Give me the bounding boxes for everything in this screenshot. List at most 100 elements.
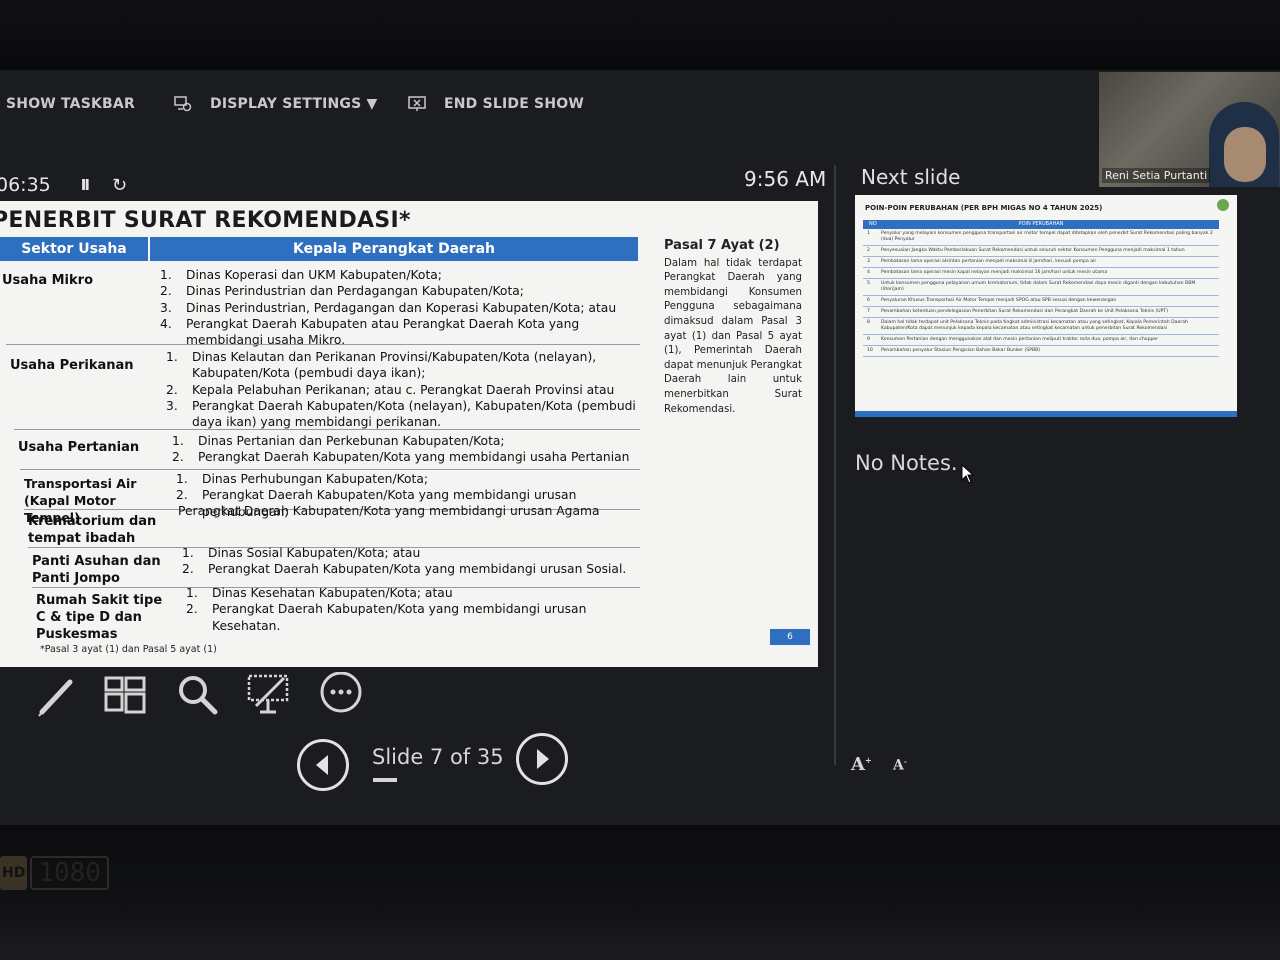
item-number: 1. <box>176 472 188 486</box>
pane-divider[interactable] <box>834 165 836 765</box>
agency-list: 1. Dinas Kesehatan Kabupaten/Kota; atau 2… <box>186 585 638 634</box>
slide-title: PENERBIT SURAT REKOMENDASI* <box>0 208 411 233</box>
item-number: 2. <box>172 450 184 465</box>
zoom-icon[interactable] <box>175 672 221 718</box>
row-number: 9 <box>867 337 870 342</box>
hd-badge: HD <box>0 856 28 890</box>
monitor-hd-badge: HD 1080 <box>0 855 109 891</box>
item-text: Perangkat Daerah Kabupaten/Kota yang mem… <box>178 504 600 518</box>
row-text: Dalam hal tidak terdapat unit Pelaksana … <box>881 320 1188 331</box>
increase-notes-font-button[interactable]: A+ <box>851 754 872 775</box>
row-number: 5 <box>867 281 870 286</box>
item-number: 2. <box>182 562 194 577</box>
decrease-notes-font-button[interactable]: A- <box>893 757 907 774</box>
monitor-bezel-top <box>0 0 1280 70</box>
table-row: 5 Untuk konsumen pengguna pelayanan umum … <box>863 279 1219 296</box>
slide-progress-bar <box>373 778 397 782</box>
row-number: 2 <box>867 248 870 253</box>
timer: 06:35 II ↻ <box>0 174 127 196</box>
black-screen-icon[interactable] <box>246 672 292 718</box>
header-poin: POIN PERUBAHAN <box>1018 221 1064 227</box>
slide-counter: Slide 7 of 35 <box>372 745 504 769</box>
table-row: 3 Pembatasan lama operasi alsintan pertan… <box>863 257 1219 268</box>
more-options-icon[interactable] <box>318 672 364 718</box>
see-all-slides-icon[interactable] <box>102 672 148 718</box>
item-number: 2. <box>186 602 198 617</box>
row-text: Penyalur yang melayani konsumen pengguna… <box>881 231 1213 242</box>
row-text: Pembatasan lama operasi alsintan pertani… <box>881 259 1097 264</box>
sector-cell: Usaha Perikanan <box>10 358 134 373</box>
table-row: 4 Pembatasan lama operasi mesin kapal nel… <box>863 268 1219 279</box>
list-item: Perangkat Daerah Kabupaten/Kota yang mem… <box>178 503 638 519</box>
table-row: 10 Penambahan penyalur Stasiun Pengisian … <box>863 346 1219 357</box>
sector-cell: Usaha Pertanian <box>18 440 140 455</box>
presenter-toolbar: SHOW TASKBAR DISPLAY SETTINGS ▼ END SLID… <box>0 84 1100 128</box>
row-number: 1 <box>867 231 870 236</box>
list-item: 1. Dinas Sosial Kabupaten/Kota; atau <box>182 545 638 561</box>
item-number: 2. <box>160 284 172 299</box>
sector-cell: Usaha Mikro <box>2 273 93 288</box>
previous-slide-button[interactable] <box>297 739 349 791</box>
current-slide[interactable]: PENERBIT SURAT REKOMENDASI* Sektor Usaha… <box>0 201 818 667</box>
webcam-video: Reni Setia Purtanti <box>1099 72 1280 187</box>
list-item: 1. Dinas Kesehatan Kabupaten/Kota; atau <box>186 585 638 601</box>
slide-footnote: *Pasal 3 ayat (1) dan Pasal 5 ayat (1) <box>40 644 217 655</box>
next-slide-thumbnail[interactable]: POIN-POIN PERUBAHAN (PER BPH MIGAS NO 4 … <box>855 195 1237 417</box>
table-row: 8 Dalam hal tidak terdapat unit Pelaksana… <box>863 318 1219 335</box>
next-slide-label: Next slide <box>861 165 961 189</box>
reset-timer-icon[interactable]: ↻ <box>112 175 127 196</box>
row-text: Untuk konsumen pengguna pelayanan umum k… <box>881 281 1196 292</box>
list-item: 2. Kepala Pelabuhan Perikanan; atau c. Pe… <box>166 382 638 398</box>
pasal-note: Pasal 7 Ayat (2) Dalam hal tidak terdapa… <box>664 238 802 417</box>
slide-page-number: 6 <box>770 629 810 645</box>
item-text: Dinas Perindustrian, Perdagangan dan Kop… <box>186 300 617 315</box>
speaker-notes[interactable]: No Notes. <box>855 451 958 475</box>
list-item: 3. Perangkat Daerah Kabupaten/Kota (nelay… <box>166 398 638 431</box>
item-number: 2. <box>166 382 178 397</box>
pen-tool-icon[interactable] <box>36 672 76 718</box>
column-header-sector: Sektor Usaha <box>0 237 148 261</box>
row-divider <box>14 429 640 430</box>
agency-list: Perangkat Daerah Kabupaten/Kota yang mem… <box>178 503 638 519</box>
row-number: 6 <box>867 298 870 303</box>
sector-cell: Panti Asuhan dan Panti Jompo <box>32 554 161 586</box>
item-text: Dinas Pertanian dan Perkebunan Kabupaten… <box>198 434 505 448</box>
item-number: 3. <box>160 300 172 315</box>
row-number: 10 <box>867 348 873 353</box>
list-item: 2. Perangkat Daerah Kabupaten/Kota yang m… <box>172 449 638 465</box>
chevron-left-icon <box>316 755 328 775</box>
next-slide-table-header: NO POIN PERUBAHAN <box>863 220 1219 229</box>
sector-cell: Krematorium dan tempat ibadah <box>28 514 157 546</box>
show-taskbar-button[interactable]: SHOW TASKBAR <box>6 96 135 112</box>
item-number: 3. <box>166 398 178 413</box>
list-item: 1. Dinas Perhubungan Kabupaten/Kota; <box>176 471 638 487</box>
row-text: Penambahan ketentuan pendelegasian Pener… <box>881 309 1169 314</box>
item-text: Dinas Perindustrian dan Perdagangan Kabu… <box>186 284 524 299</box>
monitor-bezel-bottom <box>0 825 1280 960</box>
list-item: 2. Perangkat Daerah Kabupaten/Kota yang m… <box>186 601 638 634</box>
row-number: 4 <box>867 270 870 275</box>
display-settings-button[interactable]: DISPLAY SETTINGS ▼ <box>174 96 377 112</box>
row-text: Penyesuaian Jangka Waktu Pemberlakuan Su… <box>881 248 1185 253</box>
item-text: Perangkat Daerah Kabupaten/Kota yang mem… <box>198 450 630 465</box>
list-item: 1. Dinas Koperasi dan UKM Kabupaten/Kota; <box>160 267 630 283</box>
agency-list: 1. Dinas Koperasi dan UKM Kabupaten/Kota;… <box>160 267 630 348</box>
next-slide-button[interactable] <box>516 733 568 785</box>
list-item: 1. Dinas Pertanian dan Perkebunan Kabupat… <box>172 433 638 449</box>
row-text: Penambahan penyalur Stasiun Pengisian Ba… <box>881 348 1041 353</box>
end-slide-show-icon <box>408 96 426 111</box>
column-header-agency: Kepala Perangkat Daerah <box>150 237 638 261</box>
decrease-font-icon: A <box>893 757 904 774</box>
row-number: 8 <box>867 320 870 325</box>
participant-name: Reni Setia Purtanti <box>1102 168 1211 183</box>
clock: 9:56 AM <box>744 167 827 191</box>
list-item: 1. Dinas Kelautan dan Perikanan Provinsi/… <box>166 349 638 382</box>
display-settings-icon <box>174 96 192 112</box>
row-text: Pembatasan lama operasi mesin kapal nela… <box>881 270 1108 275</box>
pause-timer-icon[interactable]: II <box>81 176 90 194</box>
item-text: Perangkat Daerah Kabupaten/Kota yang mem… <box>208 562 627 577</box>
end-slide-show-button[interactable]: END SLIDE SHOW <box>408 96 584 112</box>
item-number: 1. <box>186 586 198 600</box>
item-text: Perangkat Daerah Kabupaten/Kota (nelayan… <box>192 398 636 430</box>
logo-icon <box>1217 199 1229 211</box>
